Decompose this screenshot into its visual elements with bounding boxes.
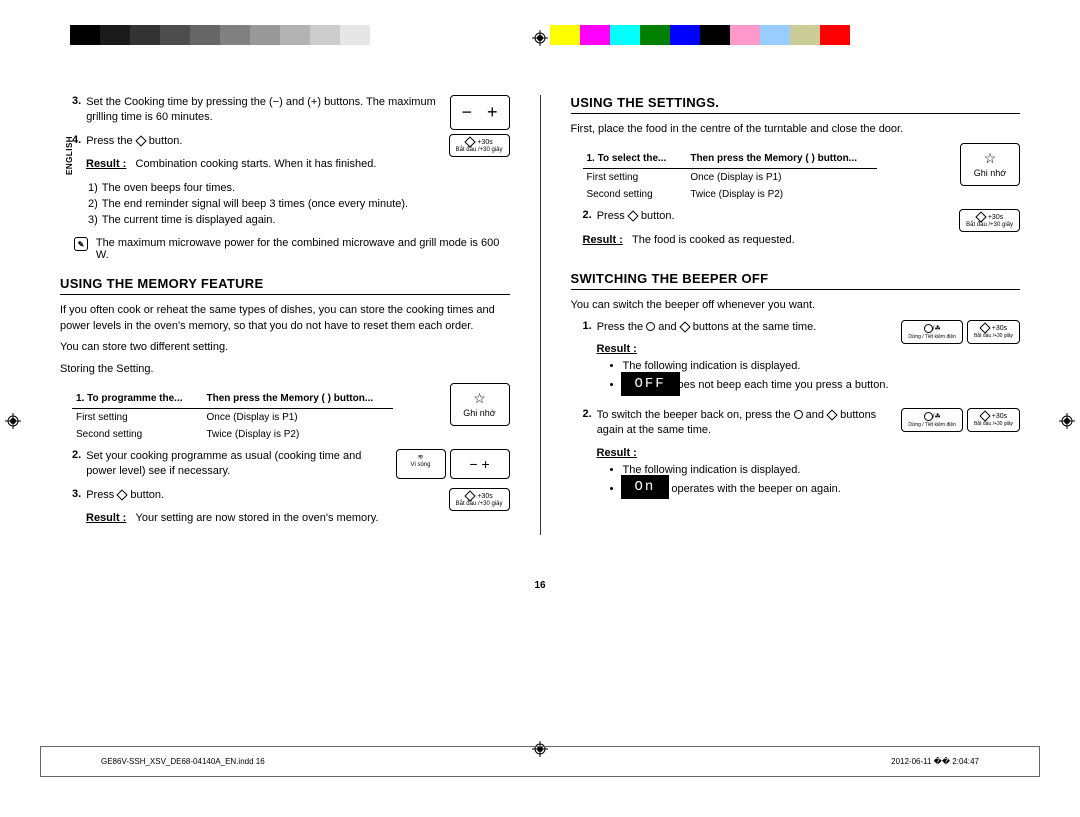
step-2-memory: 2. Set your cooking programme as usual (… <box>60 449 386 480</box>
programme-table: 1. To programme the...Then press the Mem… <box>72 389 393 443</box>
note-icon: ✎ <box>74 237 88 251</box>
start-button-figure: +30s Bắt đầu /+30 giây <box>959 209 1020 232</box>
step-3: 3. Set the Cooking time by pressing the … <box>60 95 440 126</box>
page-number: 16 <box>0 580 1080 591</box>
settings-intro: First, place the food in the centre of t… <box>571 122 1021 137</box>
wave-icon: ≋ <box>418 454 424 461</box>
step-2-beeper: 2. To switch the beeper back on, press t… <box>571 408 892 439</box>
star-icon: ☆ <box>984 150 997 166</box>
step-1-beeper: 1. Press the and buttons at the same tim… <box>571 320 892 335</box>
registration-mark-icon <box>532 30 548 46</box>
step-3-memory: 3. Press button. <box>60 488 439 503</box>
result-label: Result : <box>597 447 637 459</box>
note: ✎ The maximum microwave power for the co… <box>60 237 510 261</box>
right-column: USING THE SETTINGS. First, place the foo… <box>571 95 1021 535</box>
result-label: Result : <box>86 512 126 524</box>
leaf-icon: ☘ <box>935 413 941 420</box>
stop-icon <box>646 322 655 331</box>
sub-steps-list: 1)The oven beeps four times.2)The end re… <box>60 181 439 228</box>
step-4: 4. Press the button. <box>60 134 439 149</box>
heading-memory-feature: USING THE MEMORY FEATURE <box>60 276 510 295</box>
memory-store-info: You can store two different setting. <box>60 340 510 355</box>
footer-file: GE86V-SSH_XSV_DE68-04140A_EN.indd 16 <box>101 757 265 766</box>
heading-settings: USING THE SETTINGS. <box>571 95 1021 114</box>
start-button-figure: +30s Bắt đầu /+30 giây <box>967 320 1020 344</box>
leaf-icon: ☘ <box>935 325 941 332</box>
minus-plus-button-figure: − + <box>450 449 510 479</box>
microwave-button-figure: ≋ Vi sóng <box>396 449 446 479</box>
stop-icon <box>794 410 803 419</box>
page: ENGLISH 3. Set the Cooking time by press… <box>0 25 1080 817</box>
start-button-figure: +30s Bắt đầu /+30 giây <box>967 408 1020 432</box>
content-area: ENGLISH 3. Set the Cooking time by press… <box>0 45 1080 565</box>
start-button-figure: +30s Bắt đầu /+30 giây <box>449 488 510 511</box>
display-on: On <box>621 475 670 499</box>
language-label: ENGLISH <box>65 136 74 175</box>
step-2-settings: 2. Press button. <box>571 209 950 224</box>
display-off: OFF <box>621 372 680 396</box>
star-icon: ☆ <box>473 390 486 406</box>
memory-sub-heading: Storing the Setting. <box>60 362 510 377</box>
start-button-figure: +30s Bắt đầu /+30 giây <box>449 134 510 157</box>
memory-button-figure: ☆ Ghi nhớ <box>960 143 1020 186</box>
result-label: Result : <box>597 343 637 355</box>
heading-beeper: SWITCHING THE BEEPER OFF <box>571 271 1021 290</box>
result-label: Result : <box>86 158 126 170</box>
footer-date: 2012-06-11 �� 2:04:47 <box>891 757 979 766</box>
footer: GE86V-SSH_XSV_DE68-04140A_EN.indd 16 201… <box>40 746 1040 777</box>
minus-plus-button-figure: − + <box>450 95 510 130</box>
memory-button-figure: ☆ Ghi nhớ <box>450 383 510 426</box>
select-table: 1. To select the...Then press the Memory… <box>583 149 878 203</box>
step-number: 3. <box>72 95 81 126</box>
memory-intro: If you often cook or reheat the same typ… <box>60 303 510 334</box>
start-icon <box>679 321 690 332</box>
stop-button-figure: /☘ Dừng / Tiết kiệm điện <box>901 408 963 432</box>
stop-button-figure: /☘ Dừng / Tiết kiệm điện <box>901 320 963 344</box>
column-divider <box>540 95 541 535</box>
result-label: Result : <box>583 234 623 246</box>
start-icon <box>627 211 638 222</box>
left-column: 3. Set the Cooking time by pressing the … <box>60 95 510 535</box>
start-icon <box>135 135 146 146</box>
beeper-intro: You can switch the beeper off whenever y… <box>571 298 1021 313</box>
start-icon <box>826 409 837 420</box>
